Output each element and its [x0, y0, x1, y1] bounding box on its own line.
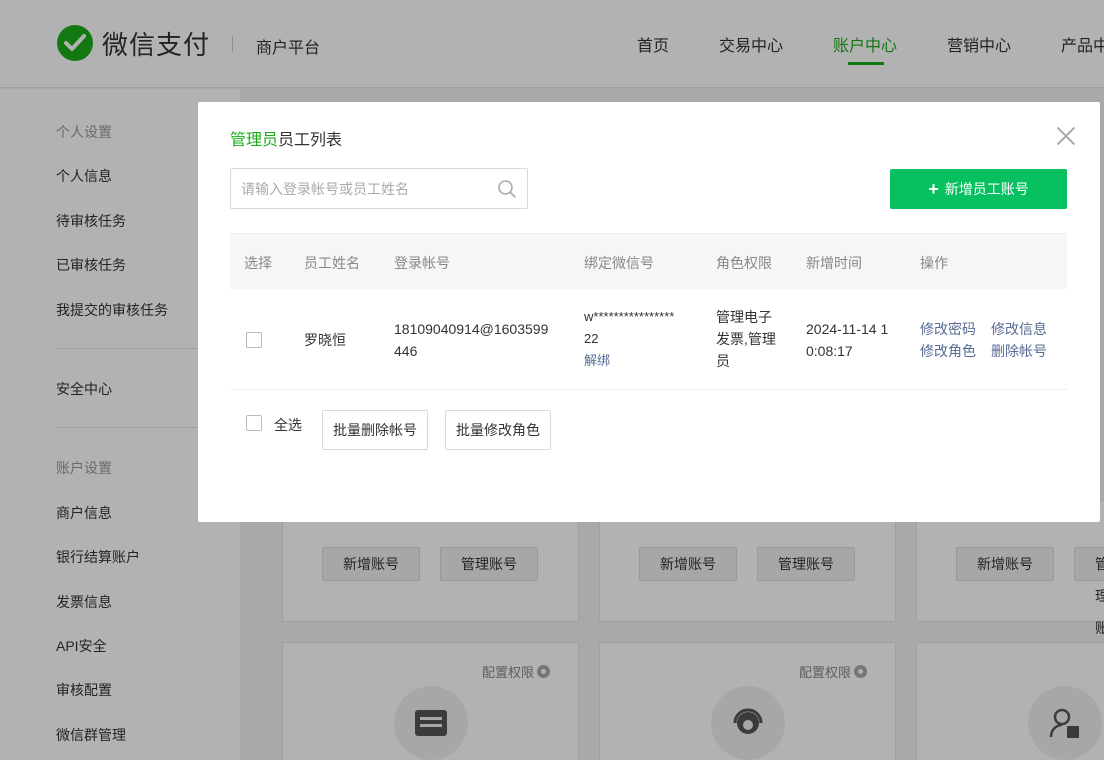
- plus-icon: +: [928, 179, 939, 199]
- row-select-checkbox[interactable]: [246, 332, 262, 348]
- column-header-actions: 操作: [920, 255, 948, 271]
- column-header-login: 登录帐号: [394, 255, 450, 271]
- bound-wechat-line2: 22: [584, 331, 599, 346]
- login-account-line2: 446: [394, 343, 418, 359]
- role-permissions-line1: 管理电子: [716, 309, 772, 325]
- search-box: [230, 168, 528, 209]
- table-row: 罗晓恒 18109040914@1603599 446 w***********…: [230, 289, 1067, 390]
- column-header-created-time: 新增时间: [806, 255, 862, 271]
- created-time-line2: 0:08:17: [806, 343, 853, 359]
- search-icon[interactable]: [497, 179, 517, 199]
- role-permissions: 管理电子 发票,管理 员: [716, 306, 776, 372]
- bound-wechat: w**************** 22 解绑: [584, 306, 674, 372]
- column-header-name: 员工姓名: [304, 255, 360, 271]
- created-time-line1: 2024-11-14 1: [806, 321, 889, 337]
- batch-delete-button[interactable]: 批量删除帐号: [322, 410, 428, 450]
- modify-info-link[interactable]: 修改信息: [991, 318, 1047, 340]
- add-staff-account-label: 新增员工账号: [944, 181, 1029, 197]
- dialog-title: 管理员员工列表: [230, 126, 342, 150]
- bound-wechat-line1: w****************: [584, 309, 675, 324]
- modify-role-link[interactable]: 修改角色: [920, 340, 976, 362]
- table-header: 选择 员工姓名 登录帐号 绑定微信号 角色权限 新增时间 操作: [230, 233, 1067, 289]
- role-permissions-line2: 发票,管理: [716, 331, 776, 347]
- select-all-checkbox[interactable]: [246, 415, 262, 431]
- add-staff-account-button[interactable]: + 新增员工账号: [890, 169, 1067, 209]
- staff-name: 罗晓恒: [304, 332, 346, 348]
- select-all-label[interactable]: 全选: [274, 415, 302, 435]
- delete-account-link[interactable]: 删除帐号: [991, 340, 1047, 362]
- dialog-title-role: 管理员: [230, 132, 279, 149]
- column-header-wechat: 绑定微信号: [584, 255, 654, 271]
- created-time: 2024-11-14 1 0:08:17: [806, 318, 888, 362]
- column-header-select: 选择: [244, 255, 272, 271]
- batch-modify-role-button[interactable]: 批量修改角色: [445, 410, 551, 450]
- login-account: 18109040914@1603599 446: [394, 318, 548, 362]
- unbind-link[interactable]: 解绑: [584, 350, 674, 372]
- staff-list-dialog: 管理员员工列表 + 新增员工账号 选择 员工姓名 登录帐号 绑定微信号 角色权限…: [198, 102, 1100, 522]
- role-permissions-line3: 员: [716, 353, 730, 369]
- login-account-line1: 18109040914@1603599: [394, 321, 549, 337]
- column-header-role: 角色权限: [716, 255, 772, 271]
- dialog-title-text: 员工列表: [278, 132, 343, 149]
- change-password-link[interactable]: 修改密码: [920, 318, 976, 340]
- close-icon[interactable]: [1056, 126, 1076, 146]
- search-input[interactable]: [231, 180, 481, 197]
